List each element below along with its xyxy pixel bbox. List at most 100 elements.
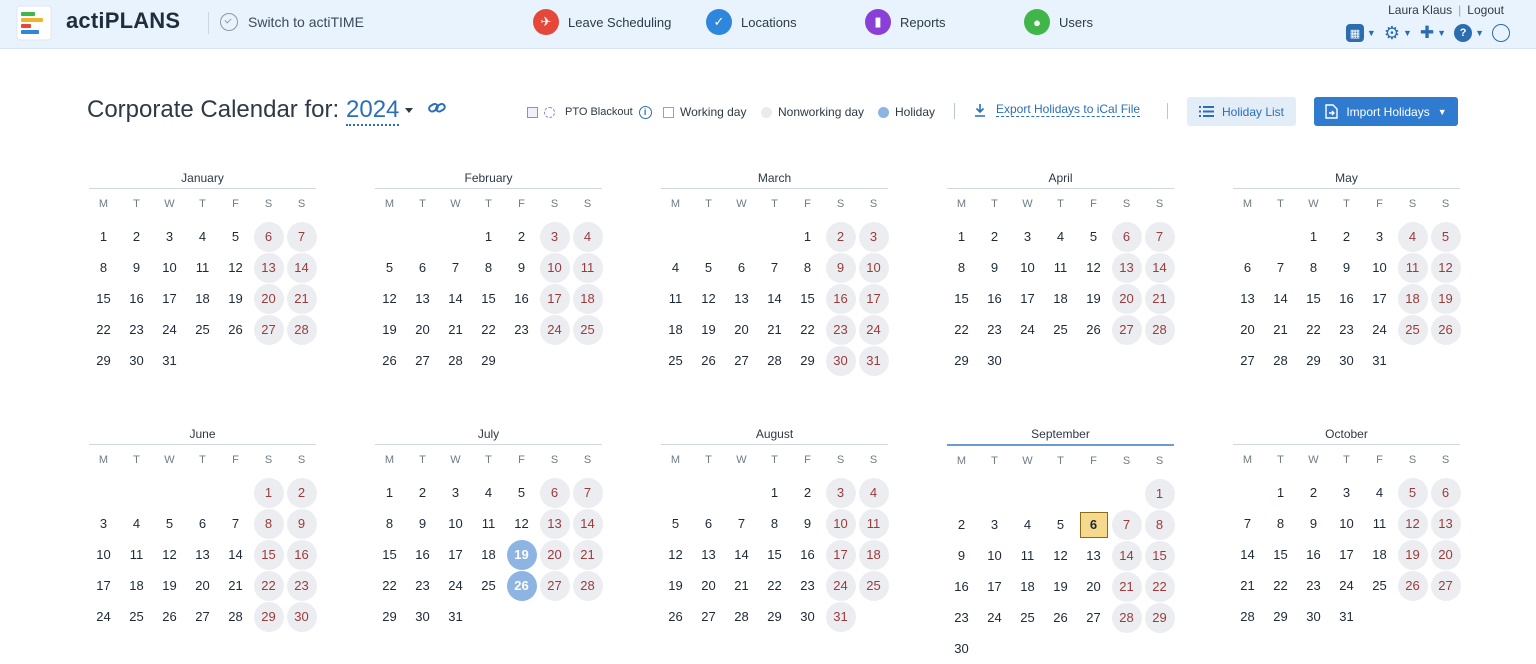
day-cell[interactable]: 11 — [1044, 252, 1077, 283]
day-cell[interactable]: 20 — [406, 314, 439, 345]
holiday-list-button[interactable]: Holiday List — [1187, 97, 1296, 126]
day-cell[interactable]: 28 — [725, 601, 758, 632]
day-cell[interactable]: 25 — [186, 314, 219, 345]
day-cell[interactable]: 22 — [758, 570, 791, 601]
day-cell[interactable]: 7 — [1143, 221, 1176, 252]
day-cell[interactable]: 28 — [285, 314, 318, 345]
day-cell[interactable]: 18 — [472, 539, 505, 570]
day-cell[interactable]: 13 — [1429, 508, 1462, 539]
day-cell[interactable]: 13 — [252, 252, 285, 283]
day-cell[interactable]: 8 — [945, 252, 978, 283]
day-cell[interactable]: 3 — [1330, 477, 1363, 508]
day-cell[interactable]: 8 — [791, 252, 824, 283]
day-cell[interactable]: 22 — [945, 314, 978, 345]
day-cell[interactable]: 26 — [373, 345, 406, 376]
day-cell[interactable]: 5 — [1044, 509, 1077, 540]
day-cell[interactable]: 24 — [439, 570, 472, 601]
day-cell[interactable]: 1 — [1297, 221, 1330, 252]
day-cell[interactable]: 12 — [692, 283, 725, 314]
day-cell[interactable]: 14 — [439, 283, 472, 314]
chevron-down-icon[interactable] — [405, 108, 413, 113]
day-cell[interactable]: 25 — [472, 570, 505, 601]
day-cell[interactable]: 22 — [791, 314, 824, 345]
day-cell[interactable]: 1 — [472, 221, 505, 252]
day-cell[interactable]: 28 — [758, 345, 791, 376]
day-cell[interactable]: 27 — [252, 314, 285, 345]
day-cell[interactable]: 1 — [791, 221, 824, 252]
day-cell[interactable]: 17 — [824, 539, 857, 570]
day-cell[interactable]: 19 — [1396, 539, 1429, 570]
day-cell[interactable]: 15 — [791, 283, 824, 314]
user-name[interactable]: Laura Klaus — [1388, 3, 1452, 17]
day-cell[interactable]: 12 — [153, 539, 186, 570]
day-cell[interactable]: 14 — [1143, 252, 1176, 283]
day-cell[interactable]: 31 — [439, 601, 472, 632]
day-cell[interactable]: 22 — [373, 570, 406, 601]
day-cell[interactable]: 7 — [1231, 508, 1264, 539]
day-cell[interactable]: 2 — [285, 477, 318, 508]
link-icon[interactable] — [428, 101, 446, 115]
day-cell[interactable]: 12 — [1044, 540, 1077, 571]
day-cell[interactable]: 21 — [725, 570, 758, 601]
day-cell[interactable]: 6 — [186, 508, 219, 539]
day-cell[interactable]: 8 — [1297, 252, 1330, 283]
day-cell[interactable]: 28 — [439, 345, 472, 376]
day-cell[interactable]: 1 — [758, 477, 791, 508]
day-cell[interactable]: 8 — [87, 252, 120, 283]
day-cell[interactable]: 11 — [1396, 252, 1429, 283]
day-cell[interactable]: 11 — [186, 252, 219, 283]
day-cell[interactable]: 11 — [120, 539, 153, 570]
day-cell[interactable]: 9 — [1297, 508, 1330, 539]
calendar-menu[interactable]: ▦ ▼ — [1345, 24, 1376, 42]
day-cell[interactable]: 25 — [1363, 570, 1396, 601]
day-cell[interactable]: 15 — [373, 539, 406, 570]
day-cell[interactable]: 2 — [791, 477, 824, 508]
day-cell[interactable]: 10 — [978, 540, 1011, 571]
day-cell[interactable]: 17 — [857, 283, 890, 314]
day-cell[interactable]: 7 — [725, 508, 758, 539]
day-cell[interactable]: 19 — [219, 283, 252, 314]
day-cell[interactable]: 11 — [472, 508, 505, 539]
day-cell[interactable]: 4 — [186, 221, 219, 252]
day-cell[interactable]: 15 — [472, 283, 505, 314]
day-cell[interactable]: 23 — [791, 570, 824, 601]
day-cell[interactable]: 6 — [725, 252, 758, 283]
day-cell[interactable]: 5 — [153, 508, 186, 539]
day-cell[interactable]: 21 — [285, 283, 318, 314]
day-cell[interactable]: 17 — [1363, 283, 1396, 314]
day-cell[interactable]: 30 — [791, 601, 824, 632]
day-cell[interactable]: 28 — [1264, 345, 1297, 376]
day-cell[interactable]: 6 — [1077, 509, 1110, 540]
day-cell[interactable]: 20 — [692, 570, 725, 601]
day-cell[interactable]: 3 — [857, 221, 890, 252]
day-cell[interactable]: 4 — [1011, 509, 1044, 540]
day-cell[interactable]: 21 — [758, 314, 791, 345]
day-cell[interactable]: 17 — [153, 283, 186, 314]
day-cell[interactable]: 24 — [1330, 570, 1363, 601]
day-cell[interactable]: 1 — [945, 221, 978, 252]
day-cell[interactable]: 30 — [285, 601, 318, 632]
day-cell[interactable]: 15 — [1264, 539, 1297, 570]
day-cell[interactable]: 20 — [1231, 314, 1264, 345]
day-cell[interactable]: 21 — [439, 314, 472, 345]
day-cell[interactable]: 29 — [373, 601, 406, 632]
day-cell[interactable]: 10 — [1011, 252, 1044, 283]
day-cell[interactable]: 18 — [1396, 283, 1429, 314]
day-cell[interactable]: 18 — [186, 283, 219, 314]
day-cell[interactable]: 14 — [219, 539, 252, 570]
day-cell[interactable]: 2 — [978, 221, 1011, 252]
day-cell[interactable]: 6 — [406, 252, 439, 283]
day-cell[interactable]: 29 — [758, 601, 791, 632]
day-cell[interactable]: 2 — [1297, 477, 1330, 508]
day-cell[interactable]: 3 — [87, 508, 120, 539]
day-cell[interactable]: 24 — [87, 601, 120, 632]
day-cell[interactable]: 13 — [1231, 283, 1264, 314]
day-cell[interactable]: 17 — [1330, 539, 1363, 570]
day-cell[interactable]: 7 — [285, 221, 318, 252]
day-cell[interactable]: 22 — [252, 570, 285, 601]
day-cell[interactable]: 23 — [1330, 314, 1363, 345]
day-cell[interactable]: 7 — [219, 508, 252, 539]
day-cell[interactable]: 3 — [538, 221, 571, 252]
day-cell[interactable]: 29 — [252, 601, 285, 632]
day-cell[interactable]: 4 — [571, 221, 604, 252]
